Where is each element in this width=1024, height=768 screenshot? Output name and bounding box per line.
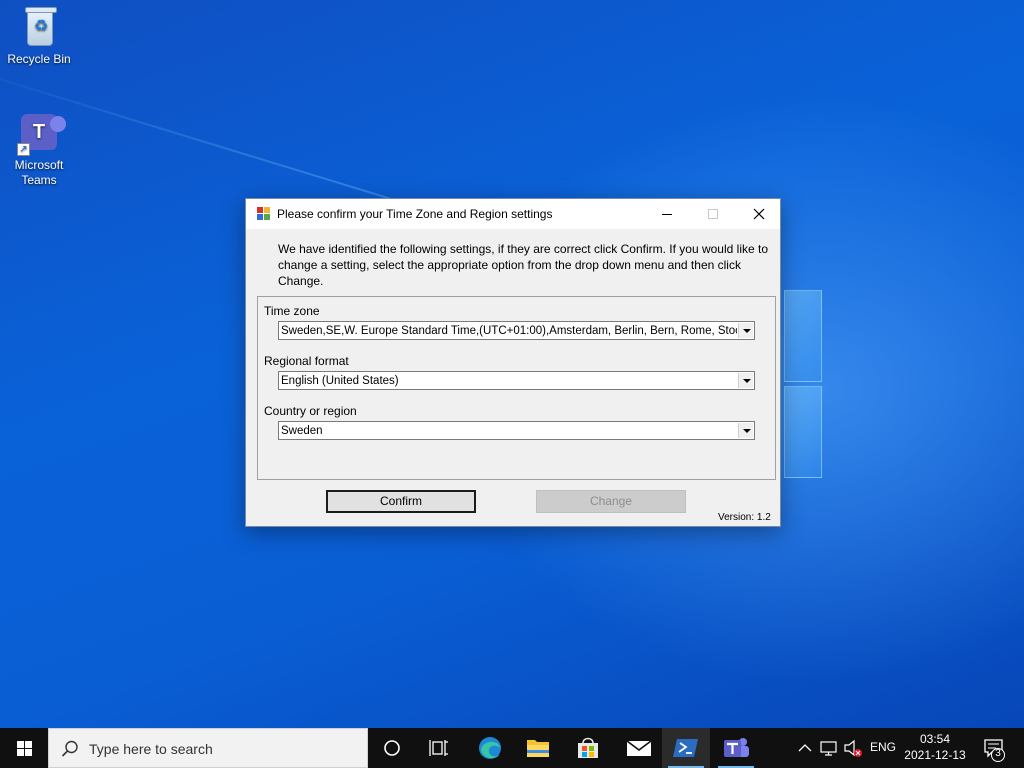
action-center-button[interactable]: 3	[978, 728, 1012, 768]
dialog-intro-text: We have identified the following setting…	[278, 242, 769, 288]
country-region-label: Country or region	[264, 404, 357, 418]
chevron-up-icon	[798, 744, 812, 752]
dialog-title-bar[interactable]: Please confirm your Time Zone and Region…	[246, 199, 780, 229]
recycle-bin-icon: ♻	[15, 6, 63, 50]
maximize-button[interactable]	[690, 199, 736, 229]
search-placeholder: Type here to search	[89, 741, 213, 757]
cortana-icon	[384, 740, 400, 756]
volume-button[interactable]	[842, 728, 866, 768]
file-explorer-icon	[527, 740, 549, 757]
taskbar-file-explorer[interactable]	[514, 728, 562, 768]
network-button[interactable]	[818, 728, 840, 768]
language-indicator[interactable]: ENG	[870, 740, 896, 754]
network-icon	[820, 741, 837, 756]
desktop-icon-recycle-bin[interactable]: ♻ Recycle Bin	[1, 6, 77, 67]
clock-date: 2021-12-13	[904, 748, 966, 762]
teams-icon: T ↗	[15, 108, 66, 156]
change-button[interactable]: Change	[536, 490, 686, 513]
close-button[interactable]	[736, 199, 782, 229]
wallpaper-logo-pane	[784, 386, 822, 478]
country-region-value: Sweden	[281, 425, 323, 437]
dialog-title: Please confirm your Time Zone and Region…	[277, 207, 553, 221]
regional-format-value: English (United States)	[281, 375, 399, 387]
confirm-button[interactable]: Confirm	[326, 490, 476, 513]
app-icon	[257, 207, 271, 221]
notification-count-badge: 3	[995, 748, 1001, 759]
minimize-button[interactable]	[644, 199, 690, 229]
desktop-icon-microsoft-teams[interactable]: T ↗ Microsoft Teams	[1, 108, 77, 188]
mail-icon	[626, 740, 652, 756]
taskbar-teams[interactable]	[712, 728, 760, 768]
wallpaper-logo-pane	[784, 290, 822, 382]
shortcut-arrow-icon: ↗	[17, 143, 30, 156]
country-region-dropdown[interactable]: Sweden	[278, 421, 755, 440]
edge-icon	[479, 737, 501, 759]
close-icon	[753, 208, 765, 220]
regional-format-dropdown[interactable]: English (United States)	[278, 371, 755, 390]
show-hidden-icons-button[interactable]	[794, 728, 816, 768]
settings-group: Time zone Sweden,SE,W. Europe Standard T…	[257, 296, 776, 480]
cortana-button[interactable]	[368, 728, 416, 768]
version-label: Version: 1.2	[718, 512, 771, 523]
taskbar-edge[interactable]	[466, 728, 514, 768]
desktop-icon-label: Recycle Bin	[7, 52, 71, 66]
teams-icon	[724, 738, 749, 757]
chevron-down-icon[interactable]	[738, 423, 753, 438]
store-icon	[578, 737, 598, 758]
powershell-icon	[673, 739, 698, 757]
volume-muted-icon	[844, 739, 862, 757]
taskbar: Type here to search ENG 03:54 2021-12-13…	[0, 728, 1024, 768]
desktop-icon-label: Microsoft Teams	[14, 158, 64, 187]
time-zone-dropdown[interactable]: Sweden,SE,W. Europe Standard Time,(UTC+0…	[278, 321, 755, 340]
chevron-down-icon[interactable]	[738, 323, 753, 338]
minimize-icon	[662, 214, 672, 215]
taskbar-search-box[interactable]: Type here to search	[48, 728, 368, 768]
search-icon	[61, 740, 78, 757]
time-zone-value: Sweden,SE,W. Europe Standard Time,(UTC+0…	[281, 325, 737, 337]
taskbar-clock[interactable]: 03:54 2021-12-13	[898, 731, 972, 763]
chevron-down-icon[interactable]	[738, 373, 753, 388]
maximize-icon	[708, 209, 718, 219]
time-zone-label: Time zone	[264, 304, 320, 318]
task-view-button[interactable]	[416, 728, 464, 768]
regional-format-label: Regional format	[264, 354, 349, 368]
start-button[interactable]	[0, 728, 48, 768]
task-view-icon	[429, 740, 448, 756]
taskbar-mail[interactable]	[614, 728, 662, 768]
taskbar-store[interactable]	[564, 728, 612, 768]
clock-time: 03:54	[919, 732, 951, 746]
taskbar-powershell[interactable]	[662, 728, 710, 768]
timezone-region-dialog: Please confirm your Time Zone and Region…	[245, 198, 781, 527]
